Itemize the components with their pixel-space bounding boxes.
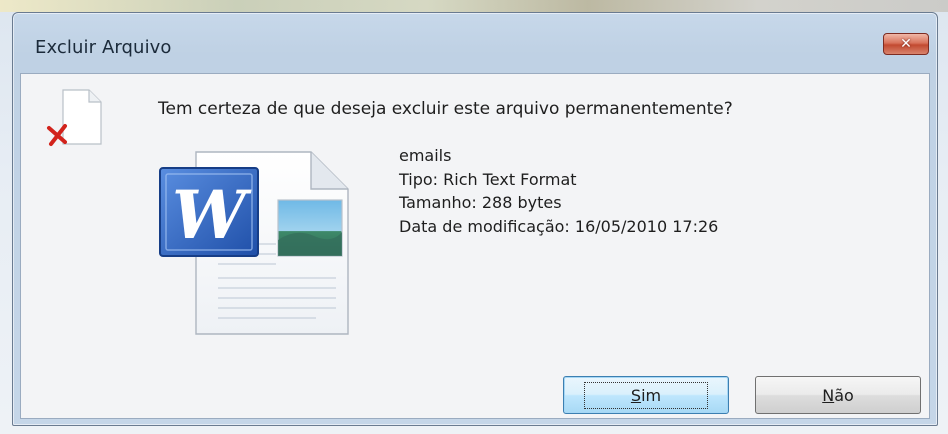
no-button-label: Não [822,386,854,405]
yes-button[interactable]: Sim [563,376,729,414]
confirmation-question: Tem certeza de que deseja excluir este a… [158,99,733,119]
file-type: Tipo: Rich Text Format [399,169,577,189]
yes-label-rest: im [641,385,662,405]
yes-mnemonic: S [630,385,642,405]
no-button[interactable]: Não [755,376,921,414]
delete-file-icon [47,89,102,146]
file-name: emails [399,146,452,165]
title-bar[interactable]: Excluir Arquivo ✕ [13,13,937,73]
desktop-background-strip [0,0,948,12]
close-button[interactable]: ✕ [883,33,929,55]
dialog-content: Tem certeza de que deseja excluir este a… [20,73,930,419]
file-details: emails Tipo: Rich Text Format Tamanho: 2… [399,144,718,238]
no-mnemonic: N [822,385,835,405]
close-icon: ✕ [900,36,912,52]
file-modified-date: Data de modificação: 16/05/2010 17:26 [399,216,719,236]
yes-button-label: Sim [583,381,709,409]
delete-file-dialog: Excluir Arquivo ✕ Tem certeza de que des… [12,12,938,426]
svg-text:W: W [172,176,252,254]
file-size: Tamanho: 288 bytes [399,193,562,212]
screen: Excluir Arquivo ✕ Tem certeza de que des… [0,0,948,434]
word-document-icon: W [159,151,349,335]
no-label-rest: ão [834,385,854,405]
dialog-title: Excluir Arquivo [35,37,172,58]
